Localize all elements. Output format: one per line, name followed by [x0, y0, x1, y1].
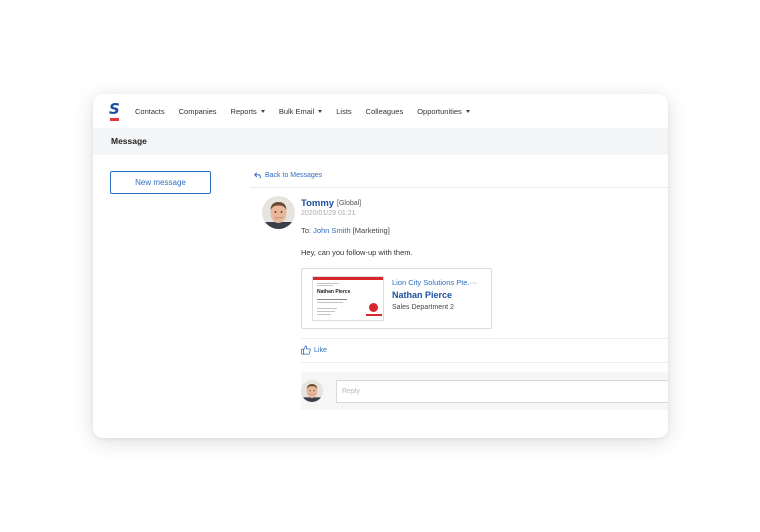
nav-item-label: Contacts — [135, 106, 165, 116]
divider — [250, 187, 668, 188]
nav-item-companies[interactable]: Companies — [179, 107, 217, 116]
attached-contact-card[interactable]: Nathan Pierce Lion City Solutions Pte.··… — [301, 268, 492, 329]
back-to-messages-link[interactable]: Back to Messages — [254, 172, 322, 179]
thumbs-up-icon — [301, 345, 311, 355]
recipient-line: To: John Smith [Marketing] — [301, 226, 390, 235]
back-link-label: Back to Messages — [265, 172, 323, 179]
person-avatar-icon — [262, 196, 295, 229]
nav-item-opportunities[interactable]: Opportunities — [417, 107, 470, 116]
business-card-line — [317, 308, 337, 309]
business-card-line — [317, 283, 339, 284]
to-prefix: To: — [301, 226, 314, 235]
nav-item-label: Companies — [178, 106, 217, 116]
current-user-avatar — [301, 380, 323, 402]
page-header: Message — [93, 128, 668, 155]
nav-item-bulk-email[interactable]: Bulk Email — [278, 106, 323, 116]
nav-item-reports[interactable]: Reports — [231, 107, 265, 116]
nav-item-contacts[interactable]: Contacts — [135, 107, 165, 116]
company-logo-icon — [369, 303, 378, 312]
logo-letter: S — [109, 100, 120, 118]
new-message-button[interactable]: New message — [110, 171, 211, 194]
nav-item-label: Opportunities — [417, 106, 462, 116]
divider — [301, 338, 668, 339]
chevron-down-icon — [260, 109, 265, 113]
nav-item-label: Reports — [230, 106, 257, 116]
attachment-company[interactable]: Lion City Solutions Pte.··· — [392, 278, 477, 287]
message-timestamp: 2020/01/29 01:21 — [301, 210, 356, 217]
nav-item-label: Colleagues — [365, 106, 404, 116]
business-card-name: Nathan Pierce — [317, 289, 351, 295]
sender-scope: [Global] — [337, 200, 362, 207]
nav-item-colleagues[interactable]: Colleagues — [366, 107, 404, 116]
like-button[interactable]: Like — [301, 345, 327, 355]
reply-input[interactable] — [336, 380, 668, 403]
recipient-scope: [Marketing] — [350, 226, 390, 235]
app-logo[interactable]: S — [109, 100, 121, 122]
page-title: Message — [111, 136, 147, 146]
recipient-name[interactable]: John Smith — [313, 226, 351, 235]
logo-underline — [110, 118, 119, 121]
divider — [301, 362, 668, 363]
like-label: Like — [314, 346, 327, 354]
sender-name[interactable]: Tommy — [301, 198, 334, 209]
attachment-department: Sales Department 2 — [392, 304, 454, 311]
business-card-thumbnail[interactable]: Nathan Pierce — [312, 276, 384, 321]
company-logo-wordmark — [366, 314, 382, 316]
business-card-line — [317, 314, 331, 315]
back-arrow-icon — [254, 172, 261, 179]
sender-avatar[interactable] — [262, 196, 295, 229]
attachment-contact-name[interactable]: Nathan Pierce — [392, 290, 452, 300]
chevron-down-icon — [465, 109, 470, 113]
nav-item-label: Lists — [336, 106, 352, 116]
app-window: S Contacts Companies Reports Bulk Email List… — [93, 94, 668, 438]
person-avatar-icon — [301, 380, 323, 402]
business-card-line — [317, 299, 347, 300]
business-card-stripe — [313, 277, 383, 280]
top-navigation: S Contacts Companies Reports Bulk Email List… — [93, 94, 668, 128]
nav-menu: Contacts Companies Reports Bulk Email Lists C… — [135, 94, 484, 128]
chevron-down-icon — [318, 109, 323, 113]
business-card-line — [317, 302, 343, 303]
nav-item-label: Bulk Email — [278, 106, 315, 116]
business-card-line — [317, 285, 333, 286]
message-body: Hey, can you follow-up with them. — [301, 248, 413, 257]
business-card-line — [317, 311, 335, 312]
nav-item-lists[interactable]: Lists — [336, 107, 351, 116]
